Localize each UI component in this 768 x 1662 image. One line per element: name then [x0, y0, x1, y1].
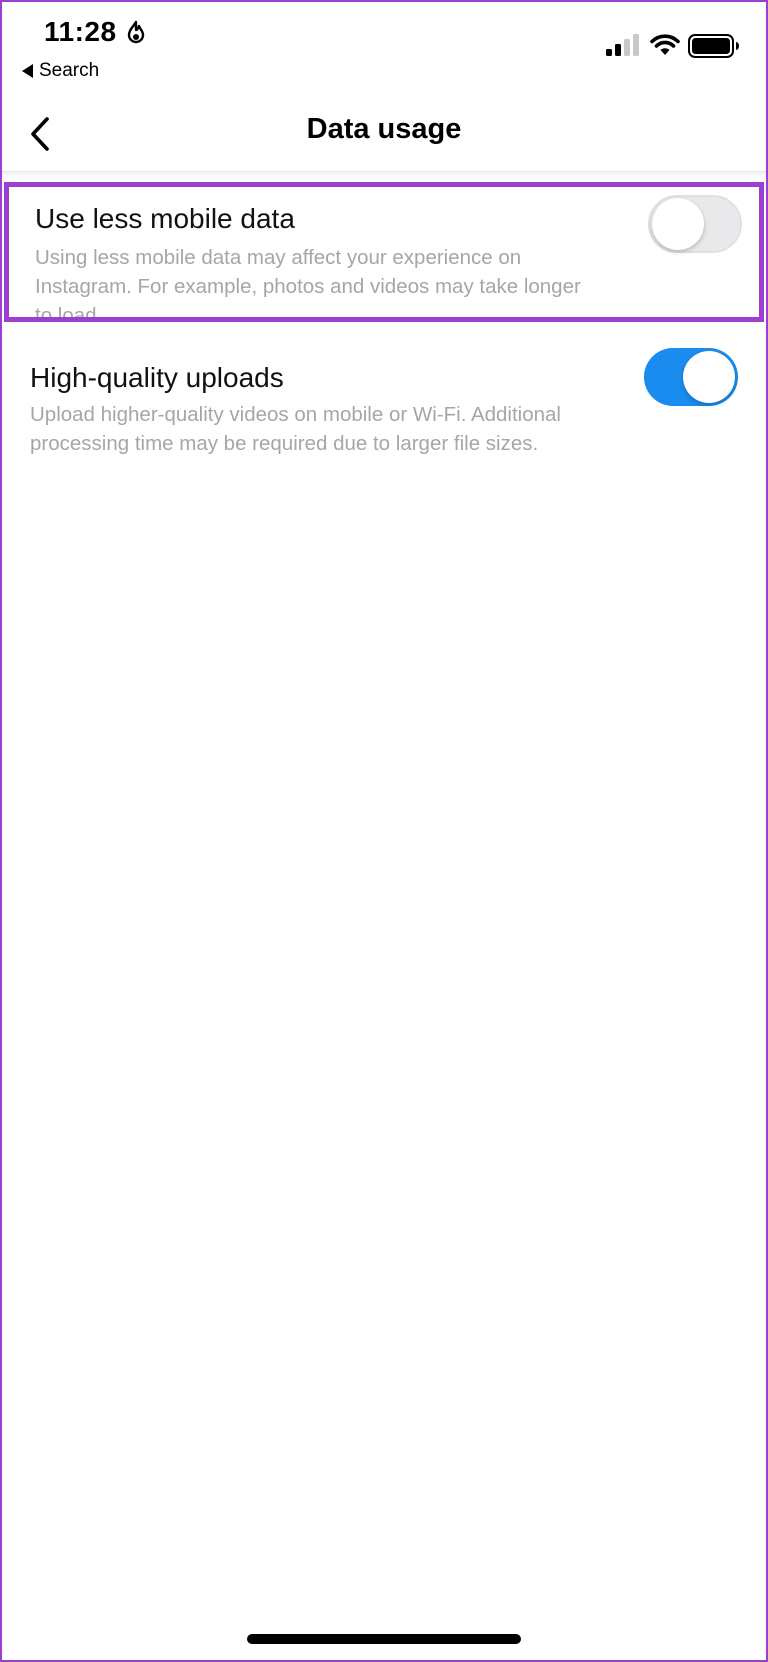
- home-indicator[interactable]: [247, 1634, 521, 1644]
- wifi-icon: [650, 34, 680, 55]
- back-triangle-icon: [22, 64, 33, 78]
- page-title: Data usage: [306, 113, 462, 145]
- status-bar: 11:28 Search: [0, 0, 768, 100]
- navigation-bar: Data usage: [0, 100, 768, 172]
- focus-mode-icon: [127, 20, 145, 44]
- highlight-box: Use less mobile data Using less mobile d…: [4, 182, 764, 322]
- setting-description: Using less mobile data may affect your e…: [35, 246, 581, 322]
- setting-title: High-quality uploads: [30, 362, 284, 393]
- use-less-mobile-data-toggle[interactable]: [648, 195, 742, 253]
- status-time: 11:28: [44, 16, 117, 47]
- setting-description: Upload higher-quality videos on mobile o…: [30, 403, 561, 455]
- high-quality-uploads-toggle[interactable]: [644, 348, 738, 406]
- setting-row-high-quality-uploads: High-quality uploads Upload higher-quali…: [0, 340, 768, 500]
- toggle-knob: [683, 351, 735, 403]
- battery-icon: [688, 34, 739, 58]
- setting-title: Use less mobile data: [35, 203, 295, 234]
- cellular-signal-icon: [606, 34, 639, 56]
- toggle-knob: [652, 198, 704, 250]
- nav-divider: [0, 172, 768, 178]
- setting-row-use-less-mobile-data: Use less mobile data Using less mobile d…: [0, 182, 768, 322]
- back-to-app-link[interactable]: Search: [22, 60, 99, 82]
- back-to-app-label: Search: [39, 60, 100, 81]
